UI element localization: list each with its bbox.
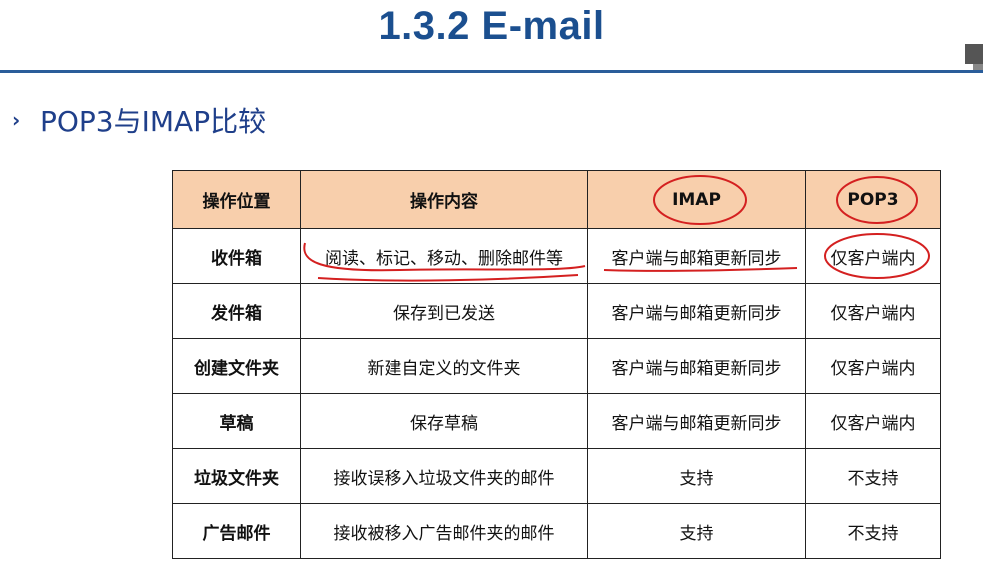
table-row: 发件箱 保存到已发送 客户端与邮箱更新同步 仅客户端内 (172, 283, 941, 339)
row-imap: 支持 (587, 448, 806, 504)
row-operation: 保存草稿 (300, 393, 588, 449)
table-row: 创建文件夹 新建自定义的文件夹 客户端与邮箱更新同步 仅客户端内 (172, 338, 941, 394)
table-row: 垃圾文件夹 接收误移入垃圾文件夹的邮件 支持 不支持 (172, 448, 941, 504)
header-location: 操作位置 (172, 170, 301, 229)
row-operation: 保存到已发送 (300, 283, 588, 339)
table-row: 广告邮件 接收被移入广告邮件夹的邮件 支持 不支持 (172, 503, 941, 559)
section-heading: POP3与IMAP比较 (40, 105, 267, 138)
comparison-table: 操作位置 操作内容 IMAP POP3 收件箱 阅读、标记、移动、删除邮件等 客… (172, 170, 941, 559)
row-location: 创建文件夹 (172, 338, 301, 394)
table-row: 收件箱 阅读、标记、移动、删除邮件等 客户端与邮箱更新同步 仅客户端内 (172, 228, 941, 284)
header-imap: IMAP (587, 170, 806, 229)
row-pop3: 仅客户端内 (805, 228, 941, 284)
row-imap: 客户端与邮箱更新同步 (587, 393, 806, 449)
table-header-row: 操作位置 操作内容 IMAP POP3 (172, 170, 941, 229)
row-location: 发件箱 (172, 283, 301, 339)
row-pop3: 仅客户端内 (805, 393, 941, 449)
title-divider (0, 70, 983, 73)
row-pop3: 仅客户端内 (805, 338, 941, 394)
row-operation: 新建自定义的文件夹 (300, 338, 588, 394)
bullet-chevron-icon: › (12, 108, 21, 132)
row-operation: 接收被移入广告邮件夹的邮件 (300, 503, 588, 559)
row-location: 垃圾文件夹 (172, 448, 301, 504)
row-pop3: 不支持 (805, 503, 941, 559)
row-imap: 客户端与邮箱更新同步 (587, 228, 806, 284)
row-operation: 阅读、标记、移动、删除邮件等 (300, 228, 588, 284)
row-imap: 支持 (587, 503, 806, 559)
row-location: 收件箱 (172, 228, 301, 284)
row-pop3: 仅客户端内 (805, 283, 941, 339)
header-pop3: POP3 (805, 170, 941, 229)
corner-decoration (965, 44, 983, 64)
slide-title: 1.3.2 E-mail (378, 4, 605, 48)
row-location: 草稿 (172, 393, 301, 449)
row-location: 广告邮件 (172, 503, 301, 559)
table-row: 草稿 保存草稿 客户端与邮箱更新同步 仅客户端内 (172, 393, 941, 449)
corner-decoration-small (973, 64, 983, 70)
row-imap: 客户端与邮箱更新同步 (587, 338, 806, 394)
row-imap: 客户端与邮箱更新同步 (587, 283, 806, 339)
row-operation: 接收误移入垃圾文件夹的邮件 (300, 448, 588, 504)
header-operation: 操作内容 (300, 170, 588, 229)
row-pop3: 不支持 (805, 448, 941, 504)
